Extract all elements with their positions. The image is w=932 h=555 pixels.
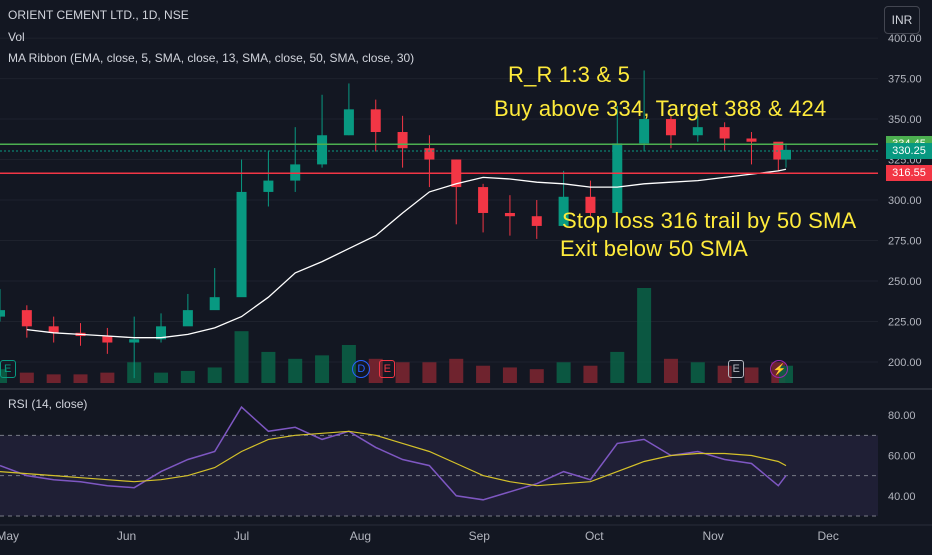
- volume-bar: [583, 365, 598, 383]
- volume-bar: [315, 355, 330, 383]
- price-tick-label: 350.00: [888, 114, 922, 126]
- candle-body: [0, 310, 5, 317]
- candle-body: [317, 135, 328, 165]
- volume-bar: [556, 362, 571, 383]
- earnings-event-icon[interactable]: E: [0, 360, 16, 378]
- annotation-exit: Exit below 50 SMA: [560, 236, 749, 261]
- time-tick-label: Jul: [234, 529, 249, 543]
- volume-bar: [288, 358, 303, 383]
- volume-bar: [207, 367, 222, 383]
- candle-body: [612, 143, 623, 213]
- price-tick-label: 275.00: [888, 236, 922, 248]
- volume-bar: [502, 367, 517, 383]
- volume-bar: [261, 351, 276, 383]
- annotation-buy-target: Buy above 334, Target 388 & 424: [494, 96, 827, 121]
- candle-body: [236, 191, 247, 298]
- price-level-tag: 330.25: [886, 143, 932, 160]
- volume-bar: [690, 362, 705, 383]
- candle-body: [504, 212, 515, 217]
- price-tick-label: 250.00: [888, 276, 922, 288]
- volume-bar: [529, 369, 544, 383]
- candle-body: [102, 336, 113, 343]
- candle-body: [692, 127, 703, 136]
- earnings-event-icon[interactable]: E: [379, 360, 396, 378]
- candle-body: [343, 109, 354, 136]
- volume-bar: [395, 362, 410, 383]
- volume-bar: [744, 367, 759, 383]
- ma-ribbon-label: MA Ribbon (EMA, close, 5, SMA, close, 13…: [8, 51, 415, 65]
- candle-body: [397, 132, 408, 149]
- chart-stage[interactable]: 200.00 225.00 250.00 275.00 300.00 325.00 350.…: [0, 0, 932, 550]
- time-tick-label: May: [0, 529, 19, 543]
- volume-bar: [234, 331, 249, 383]
- candle-body: [209, 297, 220, 311]
- volume-bar: [663, 358, 678, 383]
- time-tick-label: Sep: [469, 529, 491, 543]
- time-tick-label: Nov: [702, 529, 723, 543]
- candle-body: [370, 109, 381, 133]
- volume-bar: [100, 372, 115, 383]
- candle-body: [531, 216, 542, 226]
- volume-bar: [422, 362, 437, 383]
- annotation-stop-loss: Stop loss 316 trail by 50 SMA: [562, 208, 857, 233]
- candle-body: [719, 127, 730, 139]
- volume-bar: [46, 374, 61, 383]
- candle-body: [21, 310, 32, 327]
- candle-body: [424, 148, 435, 160]
- candle-body: [478, 187, 489, 213]
- time-tick-label: Dec: [817, 529, 838, 543]
- candle-body: [639, 119, 650, 144]
- annotation-risk-reward: R_R 1:3 & 5: [508, 62, 631, 87]
- time-tick-label: Jun: [117, 529, 136, 543]
- candle-body: [182, 310, 193, 327]
- volume-bar: [180, 370, 195, 383]
- price-tick-label: 225.00: [888, 316, 922, 328]
- volume-label: Vol: [8, 30, 25, 44]
- volume-bar: [449, 358, 464, 383]
- time-tick-label: Oct: [585, 529, 604, 543]
- volume-bar: [154, 372, 169, 383]
- volume-bar: [73, 374, 88, 383]
- time-tick-label: Aug: [350, 529, 371, 543]
- price-tick-label: 200.00: [888, 357, 922, 369]
- currency-button[interactable]: INR: [884, 6, 920, 34]
- candle-body: [129, 339, 140, 343]
- rsi-label: RSI (14, close): [8, 397, 88, 411]
- price-tick-label: 300.00: [888, 195, 922, 207]
- rsi-tick-label: 40.00: [888, 491, 916, 503]
- volume-bar: [610, 351, 625, 383]
- volume-bar: [637, 288, 652, 383]
- earnings-event-icon[interactable]: E: [728, 360, 745, 378]
- price-tick-label: 400.00: [888, 33, 922, 45]
- rsi-tick-label: 80.00: [888, 410, 916, 422]
- candle-body: [263, 180, 274, 192]
- candle-body: [746, 138, 757, 142]
- chart-canvas[interactable]: 200.00225.00250.00275.00300.00325.00350.…: [0, 0, 932, 550]
- price-tick-label: 375.00: [888, 74, 922, 86]
- rsi-tick-label: 60.00: [888, 450, 916, 462]
- symbol-title: ORIENT CEMENT LTD., 1D, NSE: [8, 8, 189, 22]
- volume-bar: [476, 365, 491, 383]
- price-level-tag: 316.55: [886, 165, 932, 182]
- event-event-icon[interactable]: ⚡: [770, 360, 789, 378]
- volume-bar: [19, 372, 34, 383]
